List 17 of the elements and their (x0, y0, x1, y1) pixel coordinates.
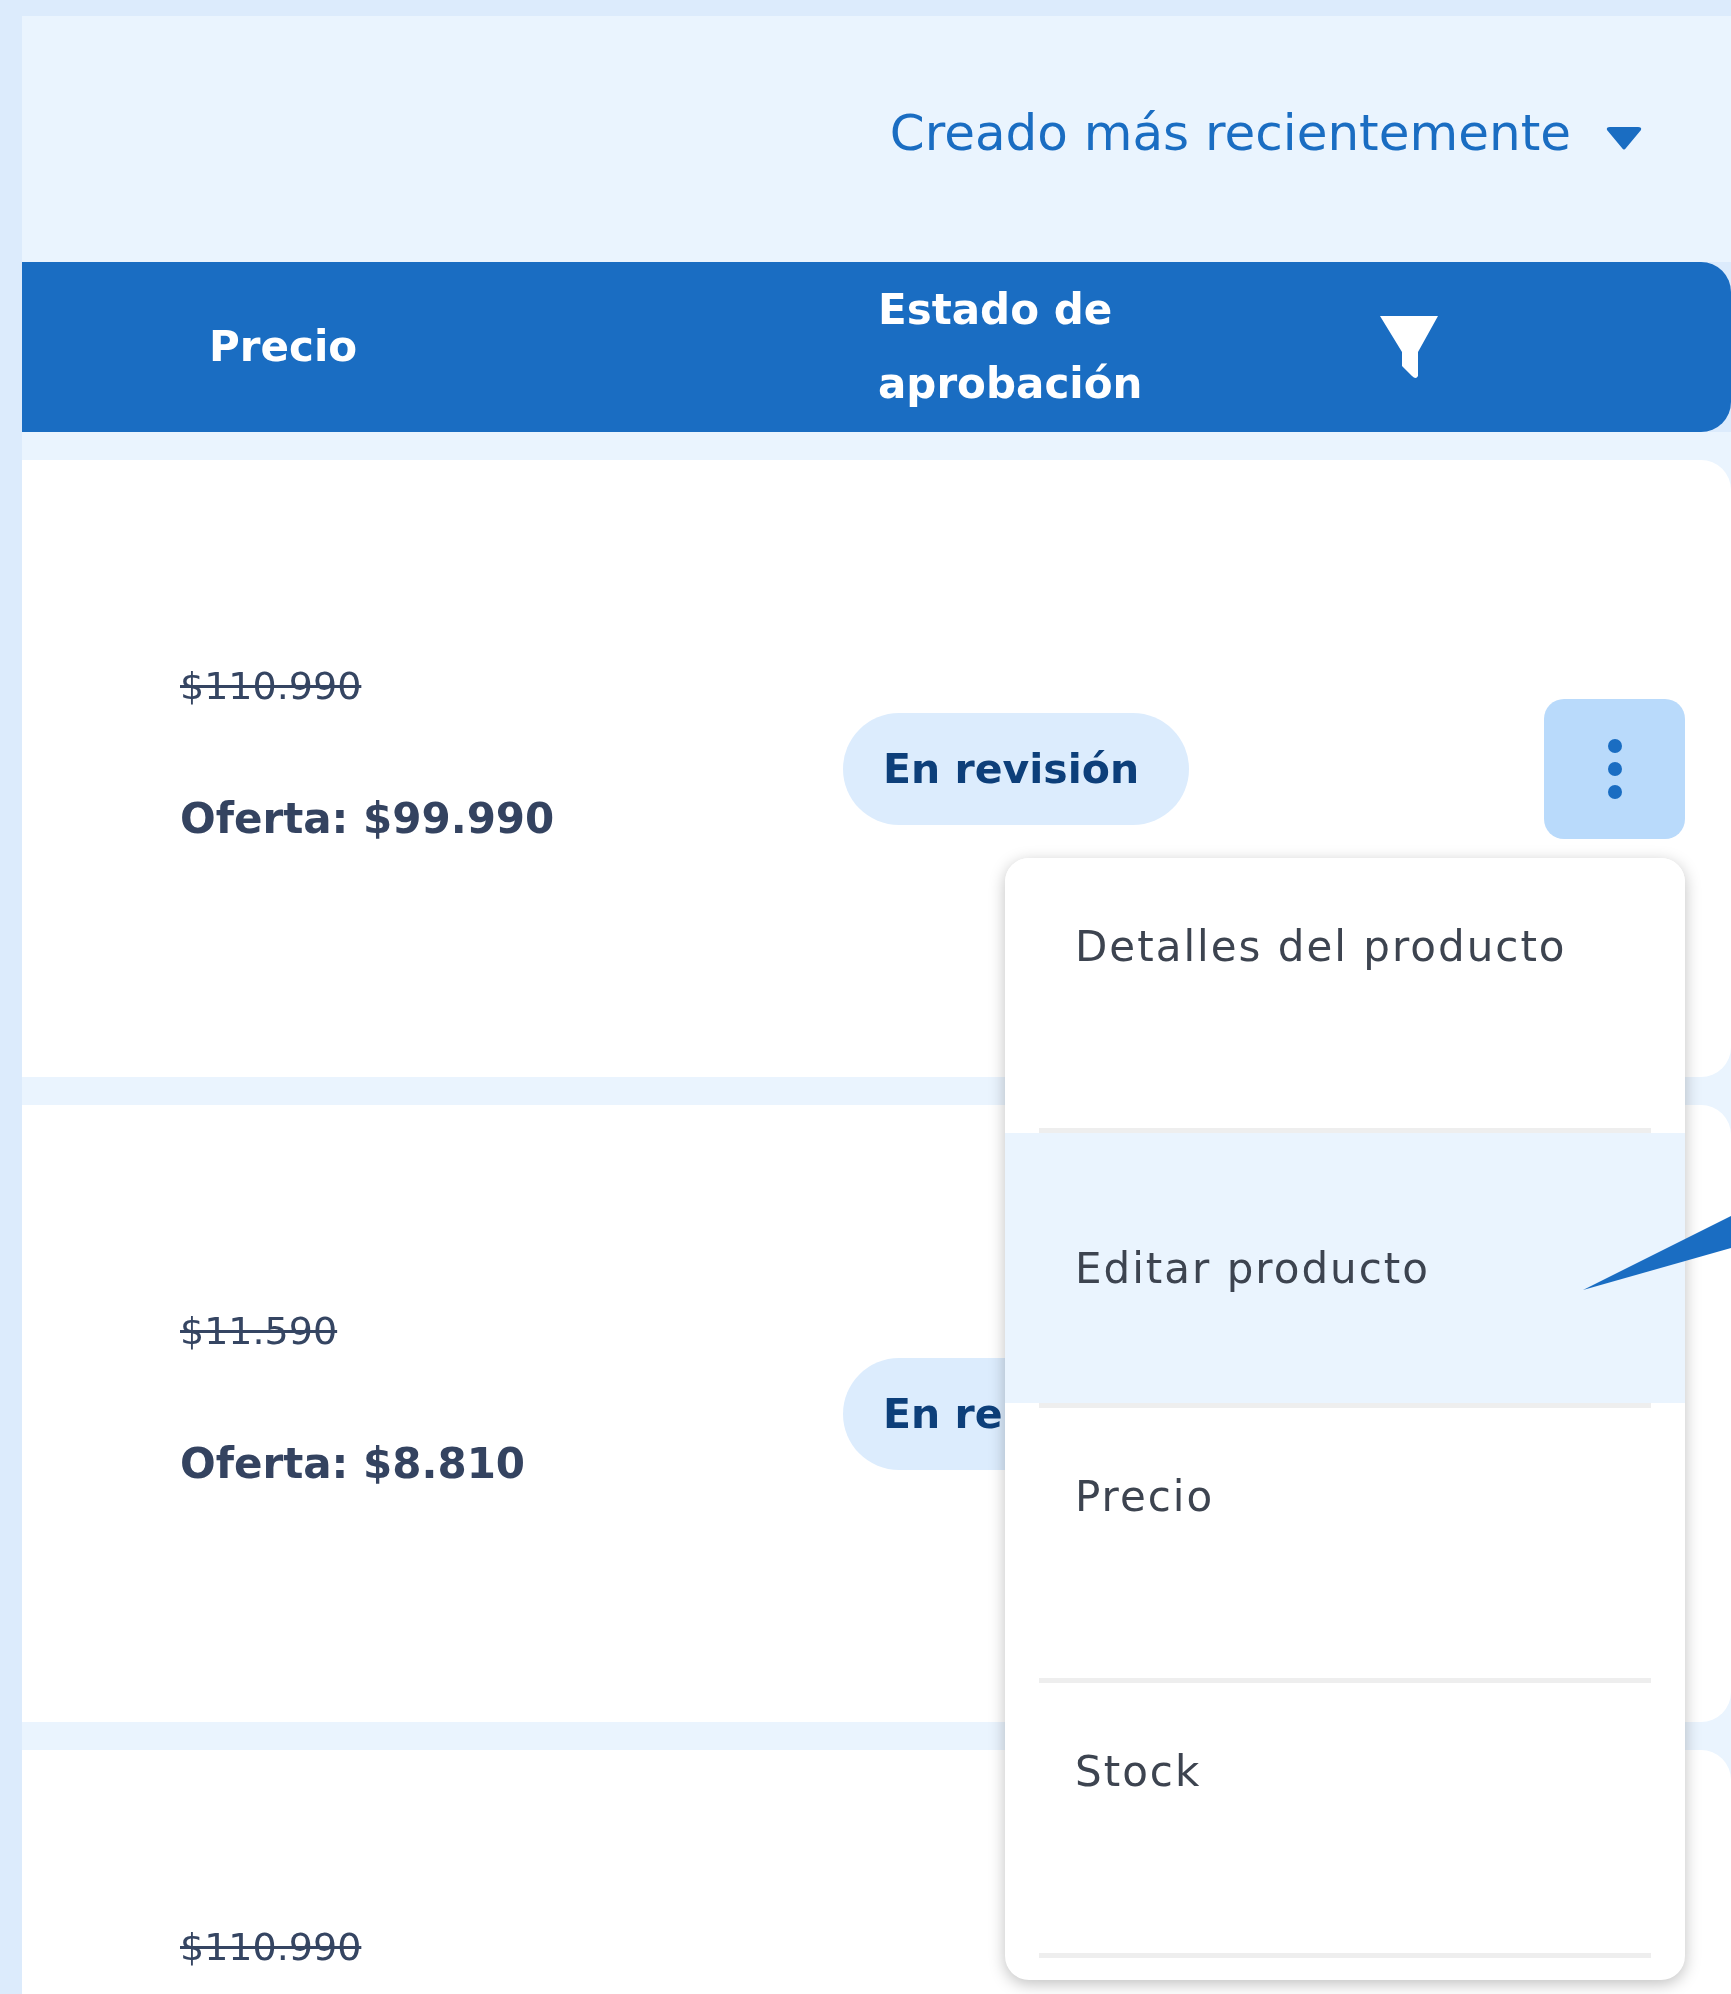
more-button[interactable] (1544, 698, 1685, 839)
caret-icon (1605, 126, 1643, 152)
status-badge: En revisión (843, 712, 1189, 825)
filter-icon[interactable] (1378, 314, 1440, 380)
menu-item[interactable]: Precio (1005, 1408, 1685, 1678)
column-header: Estado de aprobación (878, 284, 1144, 410)
original-price: $110.990 (180, 1925, 362, 1969)
original-price: $110.990 (180, 664, 362, 708)
offer-price: Oferta: $99.990 (180, 794, 555, 843)
offer-price: Oferta: $8.810 (180, 1439, 526, 1488)
sort-dropdown[interactable]: Creado más recientemente (889, 104, 1571, 162)
original-price: $11.590 (180, 1309, 338, 1353)
kebab-icon (1606, 737, 1623, 800)
menu-item[interactable]: Detalles del producto (1005, 858, 1685, 1128)
menu-item[interactable]: Editar producto (1005, 1133, 1685, 1403)
menu-item[interactable]: Stock (1005, 1683, 1685, 1953)
column-header: Precio (209, 322, 358, 371)
